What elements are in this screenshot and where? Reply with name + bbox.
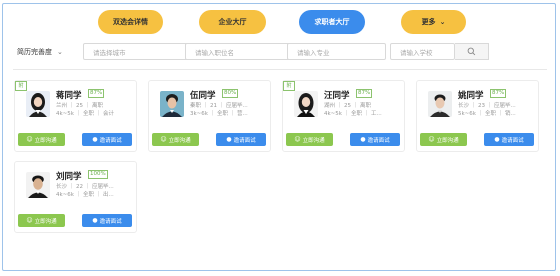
- chat-icon: ☺: [26, 217, 33, 224]
- major-input[interactable]: 请输入专业: [287, 43, 386, 60]
- chat-label: 立即沟通: [168, 137, 191, 144]
- invite-interview-button[interactable]: ● 邀请面试: [484, 133, 534, 146]
- candidate-card[interactable]: 附 汪同学 87% 湖州 ｜ 25 ｜ 离职 4k~5k ｜ 全职 ｜ 工...…: [282, 80, 405, 152]
- chat-icon: ☺: [428, 136, 435, 143]
- avatar: [26, 172, 50, 198]
- divider: [13, 69, 547, 70]
- candidate-name: 伍同学: [190, 91, 216, 101]
- user-icon: ●: [92, 217, 98, 224]
- job-seeker-hall-panel: 双选会详情 企业大厅 求职者大厅 更多⌄ 简历完善度⌄ 请选择城市⌄ 请输入职位…: [2, 3, 556, 271]
- candidate-name: 姚同学: [458, 91, 484, 101]
- chat-label: 立即沟通: [302, 137, 325, 144]
- tab-label: 更多: [421, 18, 436, 26]
- chat-now-button[interactable]: ☺ 立即沟通: [286, 133, 333, 146]
- completeness-badge: 87%: [88, 89, 105, 98]
- attachment-tag: 附: [283, 81, 295, 91]
- avatar: [26, 91, 50, 117]
- user-icon: ●: [360, 136, 366, 143]
- chat-label: 立即沟通: [436, 137, 459, 144]
- invite-label: 邀请面试: [367, 137, 390, 144]
- candidate-meta-line2: 4k~5k ｜ 全职 ｜ 工...: [324, 111, 382, 117]
- chat-now-button[interactable]: ☺ 立即沟通: [18, 214, 65, 227]
- tab-more[interactable]: 更多 ⌄: [401, 10, 466, 34]
- attachment-tag: 附: [15, 81, 27, 91]
- chat-label: 立即沟通: [34, 218, 57, 225]
- chat-now-button[interactable]: ☺ 立即沟通: [420, 133, 467, 146]
- sort-dropdown[interactable]: 简历完善度 ⌄: [17, 43, 63, 60]
- tab-company-hall[interactable]: 企业大厅: [199, 10, 266, 34]
- filter-bar: 简历完善度 ⌄ 请选择城市⌄ 请输入职位名 请输入专业 请输入学校: [17, 43, 547, 60]
- chat-icon: ☺: [294, 136, 301, 143]
- search-icon: [467, 47, 476, 56]
- city-select[interactable]: 请选择城市⌄: [83, 43, 199, 60]
- school-placeholder: 请输入学校: [400, 48, 433, 57]
- school-input[interactable]: 请输入学校: [390, 43, 455, 60]
- invite-label: 邀请面试: [501, 137, 524, 144]
- candidate-meta-line2: 4k~6k ｜ 全职 ｜ 出...: [56, 192, 114, 198]
- top-nav: 双选会详情 企业大厅 求职者大厅 更多 ⌄: [3, 10, 555, 34]
- tab-label: 企业大厅: [218, 18, 247, 26]
- candidate-meta-line2: 4k~5k ｜ 全职 ｜ 会计: [56, 111, 114, 117]
- candidate-meta-line1: 湖州 ｜ 25 ｜ 离职: [324, 103, 371, 109]
- chevron-down-icon: ⌄: [439, 18, 446, 26]
- avatar: [160, 91, 184, 117]
- candidate-meta-line2: 5k~6k ｜ 全职 ｜ 销...: [458, 111, 516, 117]
- completeness-badge: 100%: [88, 170, 108, 179]
- candidate-meta-line1: 长沙 ｜ 22 ｜ 应届毕...: [56, 184, 114, 190]
- candidate-meta-line1: 兰州 ｜ 25 ｜ 离职: [56, 103, 103, 109]
- avatar: [294, 91, 318, 117]
- user-icon: ●: [92, 136, 98, 143]
- candidate-card[interactable]: 刘同学 100% 长沙 ｜ 22 ｜ 应届毕... 4k~6k ｜ 全职 ｜ 出…: [14, 161, 137, 233]
- candidate-name: 汪同学: [324, 91, 350, 101]
- chat-label: 立即沟通: [34, 137, 57, 144]
- invite-interview-button[interactable]: ● 邀请面试: [350, 133, 400, 146]
- tab-job-fair-details[interactable]: 双选会详情: [98, 10, 163, 34]
- sort-label: 简历完善度: [17, 47, 52, 56]
- candidate-meta-line1: 长沙 ｜ 23 ｜ 应届毕...: [458, 103, 516, 109]
- candidate-meta-line1: 秦职 ｜ 21 ｜ 应届毕...: [190, 103, 248, 109]
- user-icon: ●: [494, 136, 500, 143]
- chat-now-button[interactable]: ☺ 立即沟通: [18, 133, 65, 146]
- invite-interview-button[interactable]: ● 邀请面试: [82, 133, 132, 146]
- invite-interview-button[interactable]: ● 邀请面试: [82, 214, 132, 227]
- candidate-name: 刘同学: [56, 172, 82, 182]
- tab-job-seeker-hall[interactable]: 求职者大厅: [299, 10, 365, 34]
- completeness-badge: 80%: [222, 89, 239, 98]
- city-placeholder: 请选择城市: [93, 48, 126, 57]
- tab-label: 双选会详情: [113, 18, 148, 26]
- invite-label: 邀请面试: [233, 137, 256, 144]
- major-placeholder: 请输入专业: [297, 48, 330, 57]
- search-button[interactable]: [455, 43, 489, 60]
- position-placeholder: 请输入职位名: [195, 48, 234, 57]
- candidate-card[interactable]: 姚同学 87% 长沙 ｜ 23 ｜ 应届毕... 5k~6k ｜ 全职 ｜ 销.…: [416, 80, 539, 152]
- chevron-down-icon: ⌄: [57, 47, 63, 56]
- invite-label: 邀请面试: [99, 218, 122, 225]
- chat-icon: ☺: [160, 136, 167, 143]
- completeness-badge: 87%: [490, 89, 507, 98]
- invite-label: 邀请面试: [99, 137, 122, 144]
- candidate-name: 蒋同学: [56, 91, 82, 101]
- candidate-card[interactable]: 伍同学 80% 秦职 ｜ 21 ｜ 应届毕... 3k~6k ｜ 全职 ｜ 营.…: [148, 80, 271, 152]
- chat-now-button[interactable]: ☺ 立即沟通: [152, 133, 199, 146]
- chat-icon: ☺: [26, 136, 33, 143]
- user-icon: ●: [226, 136, 232, 143]
- candidate-card[interactable]: 附 蒋同学 87% 兰州 ｜ 25 ｜ 离职 4k~5k ｜ 全职 ｜ 会计 ☺…: [14, 80, 137, 152]
- position-input[interactable]: 请输入职位名: [185, 43, 299, 60]
- candidate-meta-line2: 3k~6k ｜ 全职 ｜ 营...: [190, 111, 248, 117]
- completeness-badge: 87%: [356, 89, 373, 98]
- tab-label: 求职者大厅: [314, 18, 350, 26]
- invite-interview-button[interactable]: ● 邀请面试: [216, 133, 266, 146]
- avatar: [428, 91, 452, 117]
